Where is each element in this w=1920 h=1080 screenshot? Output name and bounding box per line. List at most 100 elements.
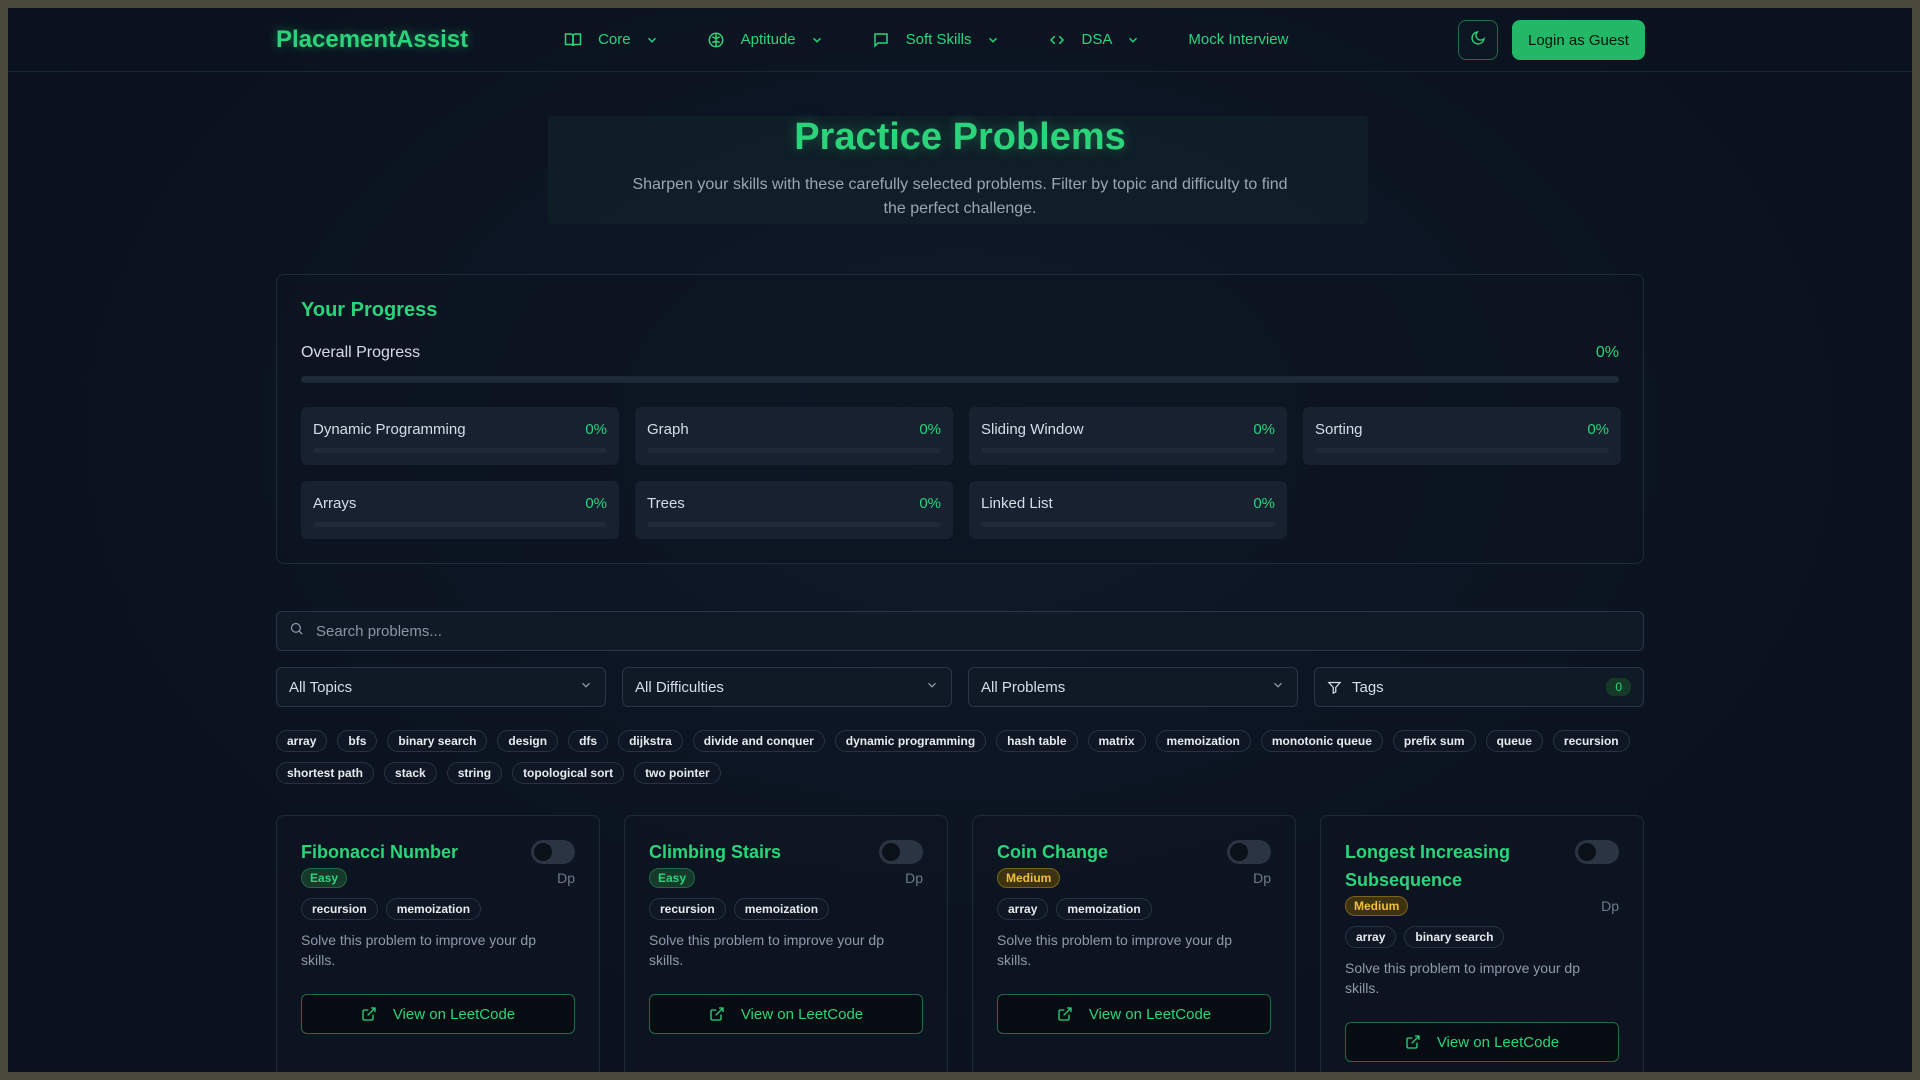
tag-chip[interactable]: design (497, 730, 559, 752)
tag-chip[interactable]: topological sort (512, 762, 625, 784)
topic-pct: 0% (919, 495, 941, 512)
tags-filter-label: Tags (1352, 678, 1384, 696)
menu-dsa-label: DSA (1081, 31, 1113, 48)
difficulty-badge: Medium (997, 868, 1061, 888)
tag-chip[interactable]: matrix (1087, 730, 1146, 752)
topic-select[interactable]: All Topics (276, 667, 606, 707)
problem-title: Climbing Stairs (649, 842, 782, 862)
tag-chip[interactable]: prefix sum (1392, 730, 1476, 752)
status-select[interactable]: All Problems (968, 667, 1298, 707)
topic-name: Arrays (313, 495, 357, 512)
tag-chip[interactable]: divide and conquer (692, 730, 825, 752)
problem-tag: memoization (1056, 898, 1152, 920)
problem-tag: recursion (649, 898, 726, 920)
problem-tag: binary search (1404, 926, 1505, 948)
tag-chip[interactable]: two pointer (634, 762, 721, 784)
chevron-down-icon (986, 33, 1000, 47)
problem-card: Coin Change Medium Dp array memoization So… (972, 815, 1296, 1072)
overall-progress-row: Overall Progress 0% (301, 344, 1619, 362)
overall-progress-value: 0% (1595, 344, 1619, 361)
topic-progress-item: Dynamic Programming 0% (301, 407, 619, 465)
tag-chip[interactable]: memoization (1155, 730, 1251, 752)
topic-pct: 0% (1587, 421, 1609, 438)
menu-aptitude[interactable]: Aptitude (707, 31, 824, 49)
view-leetcode-button[interactable]: View on LeetCode (649, 994, 923, 1034)
tag-chip[interactable]: dynamic programming (834, 730, 987, 752)
solved-toggle[interactable] (1227, 840, 1271, 864)
tag-chip[interactable]: monotonic queue (1260, 730, 1383, 752)
tag-chip[interactable]: array (276, 730, 328, 752)
topic-select-value: All Topics (289, 678, 353, 696)
solved-toggle[interactable] (1575, 840, 1619, 864)
tag-chip[interactable]: bfs (337, 730, 378, 752)
solved-toggle[interactable] (879, 840, 923, 864)
problem-tag: array (997, 898, 1049, 920)
topic-name: Sorting (1315, 421, 1363, 438)
topic-name: Dynamic Programming (313, 421, 466, 438)
problem-card: Longest Increasing Subsequence Medium Dp … (1320, 815, 1644, 1072)
top-nav: PlacementAssist Core Aptitude Soft Skill… (8, 8, 1912, 72)
problem-title: Fibonacci Number (301, 842, 459, 862)
topic-progress-item: Sliding Window 0% (969, 407, 1287, 465)
book-icon (564, 31, 582, 49)
theme-toggle-button[interactable] (1458, 20, 1498, 60)
topic-name: Linked List (981, 495, 1053, 512)
progress-heading: Your Progress (301, 299, 438, 321)
problem-tag: array (1345, 926, 1397, 948)
menu-aptitude-label: Aptitude (740, 31, 796, 48)
view-leetcode-button[interactable]: View on LeetCode (301, 994, 575, 1034)
tag-chip[interactable]: binary search (387, 730, 488, 752)
problem-title: Longest Increasing Subsequence (1345, 842, 1511, 890)
topic-name: Graph (647, 421, 689, 438)
view-leetcode-label: View on LeetCode (1088, 1005, 1212, 1023)
difficulty-badge: Medium (1345, 896, 1409, 916)
menu-soft-skills-label: Soft Skills (905, 31, 972, 48)
tag-chip[interactable]: recursion (1552, 730, 1630, 752)
problem-description: Solve this problem to improve your dp sk… (649, 932, 884, 968)
tag-chip[interactable]: stack (384, 762, 437, 784)
filter-row: All Topics All Difficulties All Problems… (276, 667, 1644, 707)
main-menu: Core Aptitude Soft Skills DSA Mock Inter… (564, 31, 1336, 49)
tag-chip[interactable]: hash table (996, 730, 1078, 752)
tag-chip[interactable]: shortest path (276, 762, 375, 784)
moon-icon (1470, 30, 1486, 51)
tag-chip[interactable]: dfs (568, 730, 609, 752)
status-select-value: All Problems (981, 678, 1066, 696)
menu-core[interactable]: Core (564, 31, 659, 49)
problem-category: Dp (905, 870, 923, 886)
topic-progress-item: Arrays 0% (301, 481, 619, 539)
problem-description: Solve this problem to improve your dp sk… (1345, 960, 1580, 996)
topic-progress-grid: Dynamic Programming 0% Graph 0% Sliding Wi… (301, 407, 1621, 539)
topic-name: Sliding Window (981, 421, 1084, 438)
menu-mock-interview[interactable]: Mock Interview (1188, 31, 1288, 48)
tag-chip[interactable]: dijkstra (618, 730, 683, 752)
view-leetcode-button[interactable]: View on LeetCode (1345, 1022, 1619, 1062)
problem-category: Dp (557, 870, 575, 886)
nav-actions: Login as Guest (1458, 20, 1645, 60)
tag-chip[interactable]: queue (1485, 730, 1543, 752)
brand-logo[interactable]: PlacementAssist (276, 26, 468, 54)
view-leetcode-button[interactable]: View on LeetCode (997, 994, 1271, 1034)
filter-icon (1327, 680, 1342, 695)
menu-soft-skills[interactable]: Soft Skills (872, 31, 1000, 49)
search-input[interactable] (316, 622, 1516, 640)
topic-progress-bar (313, 448, 607, 453)
external-link-icon (361, 1006, 377, 1022)
solved-toggle[interactable] (531, 840, 575, 864)
external-link-icon (1405, 1034, 1421, 1050)
tag-chip[interactable]: string (446, 762, 503, 784)
message-icon (872, 31, 890, 49)
difficulty-select[interactable]: All Difficulties (622, 667, 952, 707)
topic-progress-bar (981, 522, 1275, 527)
tags-filter-button[interactable]: Tags 0 (1314, 667, 1644, 707)
topic-name: Trees (647, 495, 685, 512)
topic-pct: 0% (919, 421, 941, 438)
login-guest-button[interactable]: Login as Guest (1512, 20, 1645, 60)
problem-tag: memoization (385, 898, 482, 920)
menu-dsa[interactable]: DSA (1048, 31, 1141, 49)
difficulty-select-value: All Difficulties (635, 678, 724, 696)
progress-card: Your Progress Overall Progress 0% Dynami… (276, 274, 1644, 564)
topic-progress-item: Graph 0% (635, 407, 953, 465)
overall-progress-bar (301, 376, 1619, 383)
external-link-icon (1057, 1006, 1073, 1022)
